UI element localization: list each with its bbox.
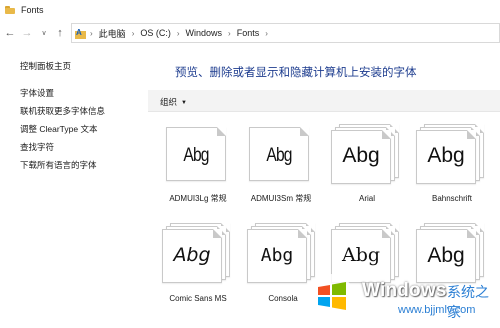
font-name: Comic Sans MS — [169, 294, 227, 303]
watermark-site-name: 系统之家 — [447, 284, 489, 320]
back-arrow-icon[interactable]: ← — [3, 25, 17, 41]
watermark-url: www.bjjmlv.com — [398, 304, 476, 316]
windows-logo-icon — [311, 274, 353, 316]
up-arrow-icon[interactable]: ↑ — [53, 25, 67, 41]
font-sample: Abg — [173, 244, 211, 266]
watermark-brand: Windows — [362, 280, 447, 301]
window-title: Fonts — [21, 5, 44, 15]
organize-label: 组织 — [160, 97, 178, 107]
navigation-bar: ← → ∨ ↑ A › 此电脑 › OS (C:) › Windows › Fo… — [0, 22, 500, 44]
font-sample: Abg — [183, 145, 209, 166]
font-name: Arial — [358, 194, 375, 203]
font-sample: Abg — [260, 245, 294, 266]
font-file-icon: Abg — [162, 124, 230, 184]
page-title: 预览、删除或者显示和隐藏计算机上安装的字体 — [175, 67, 417, 79]
font-family-stack-icon: Abg — [416, 124, 484, 184]
font-file-icon: Abg — [245, 124, 313, 184]
organize-caret-icon: ▼ — [181, 100, 187, 106]
title-bar: Fonts — [0, 0, 500, 20]
font-sample: Abg — [427, 244, 465, 267]
address-bar[interactable]: A › 此电脑 › OS (C:) › Windows › Fonts › — [71, 23, 500, 43]
breadcrumb-separator-icon[interactable]: › — [177, 29, 180, 38]
watermark: Windows 系统之家 www.bjjmlv.com — [300, 270, 500, 328]
breadcrumb-separator-icon: › — [90, 28, 93, 38]
folder-icon — [5, 6, 15, 14]
breadcrumb-separator-icon[interactable]: › — [132, 29, 135, 38]
font-settings-link[interactable]: 字体设置 — [20, 87, 54, 99]
font-family-stack-icon: Abg — [331, 124, 399, 184]
font-sample: Abg — [266, 145, 292, 166]
font-sample: Abg — [341, 244, 381, 266]
font-name: ADMUI3Sm 常规 — [250, 194, 312, 203]
forward-arrow-icon[interactable]: → — [20, 25, 34, 41]
adjust-cleartype-link[interactable]: 调整 ClearType 文本 — [20, 123, 97, 135]
organize-button[interactable]: 组织 ▼ — [160, 96, 187, 108]
font-sample: Abg — [342, 144, 380, 167]
fonts-folder-icon: A — [75, 28, 86, 39]
control-panel-home-link[interactable]: 控制面板主页 — [20, 60, 71, 72]
breadcrumb-this-pc[interactable]: 此电脑 — [99, 27, 126, 40]
breadcrumb-windows[interactable]: Windows — [186, 28, 223, 38]
breadcrumb-separator-icon[interactable]: › — [228, 29, 231, 38]
breadcrumb-os-drive[interactable]: OS (C:) — [140, 28, 171, 38]
left-navigation-pane: 控制面板主页 字体设置 联机获取更多字体信息 调整 ClearType 文本 查… — [0, 44, 148, 328]
get-font-info-online-link[interactable]: 联机获取更多字体信息 — [20, 105, 105, 117]
breadcrumb-separator-icon[interactable]: › — [265, 29, 268, 38]
breadcrumb-fonts[interactable]: Fonts — [237, 28, 260, 38]
font-name: Bahnschrift — [431, 194, 473, 203]
recent-locations-chevron-icon[interactable]: ∨ — [37, 25, 51, 41]
font-name: ADMUI3Lg 常规 — [169, 194, 227, 203]
download-all-fonts-link[interactable]: 下载所有语言的字体 — [20, 159, 97, 171]
command-bar: 组织 ▼ — [148, 90, 500, 112]
font-sample: Abg — [427, 144, 465, 167]
font-family-stack-icon: Abg — [162, 223, 230, 283]
find-character-link[interactable]: 查找字符 — [20, 141, 54, 153]
